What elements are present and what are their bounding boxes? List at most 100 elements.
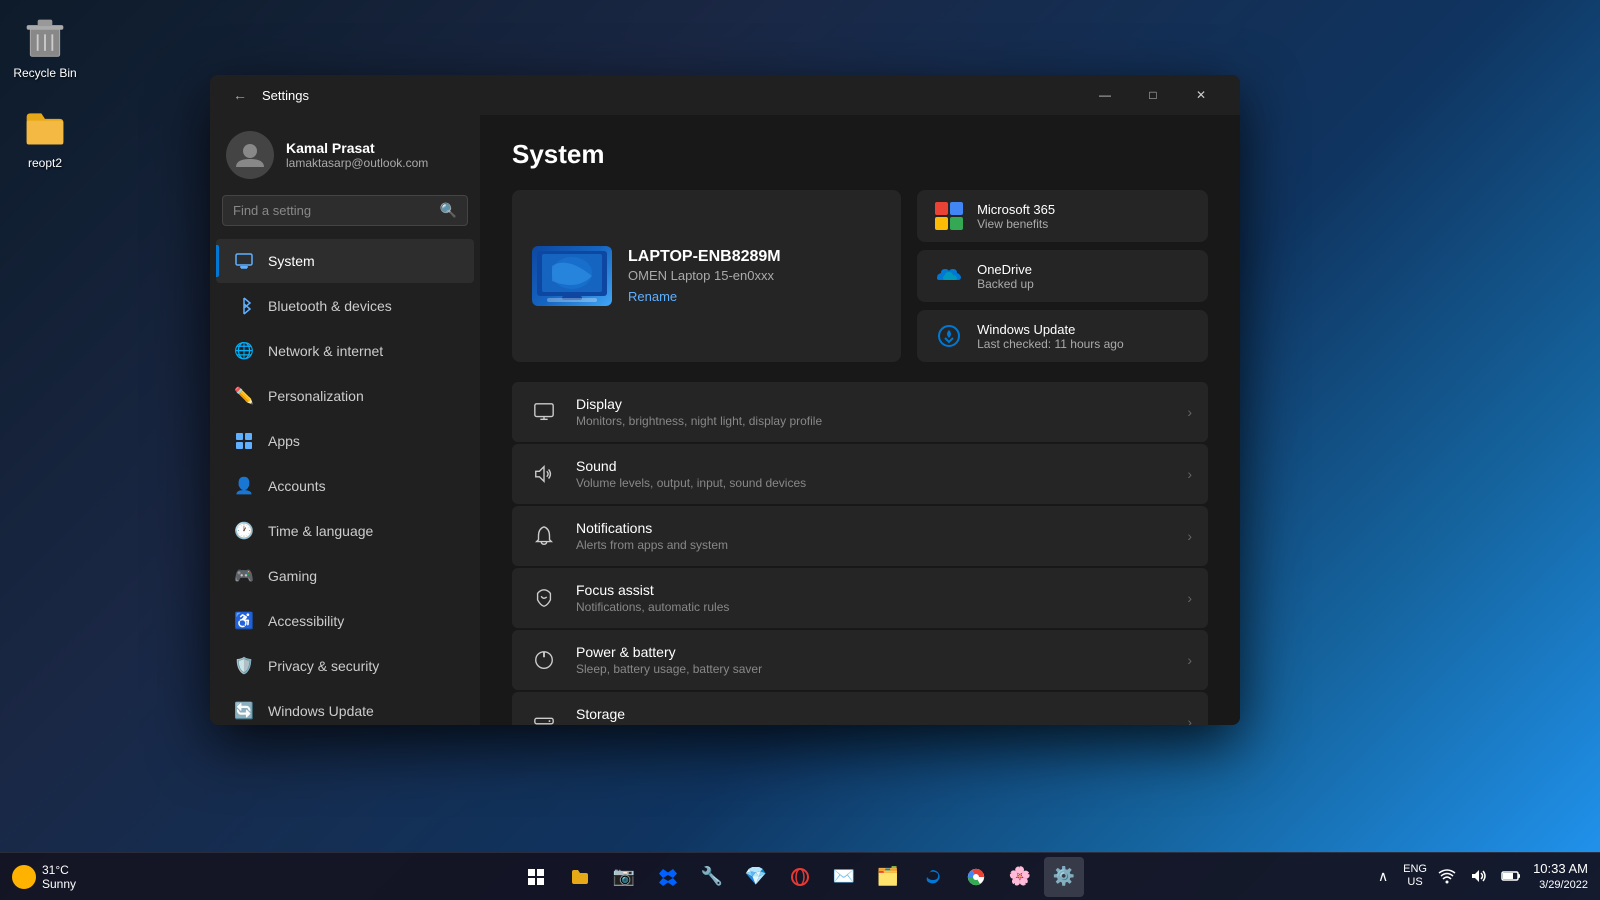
device-card: LAPTOP-ENB8289M OMEN Laptop 15-en0xxx Re…	[512, 190, 901, 362]
device-rename-link[interactable]: Rename	[628, 289, 781, 304]
service-card-wu[interactable]: Windows Update Last checked: 11 hours ag…	[917, 310, 1208, 362]
page-title: System	[512, 139, 1208, 170]
sidebar-label-apps: Apps	[268, 433, 300, 449]
settings-taskbar-button[interactable]: ⚙️	[1044, 857, 1084, 897]
opera-button[interactable]	[780, 857, 820, 897]
chrome-button[interactable]	[956, 857, 996, 897]
clock-date: 3/29/2022	[1533, 878, 1588, 893]
camera-button[interactable]: 📷	[604, 857, 644, 897]
sidebar-item-gaming[interactable]: 🎮 Gaming	[216, 554, 474, 598]
file-explorer-button[interactable]	[560, 857, 600, 897]
taskbar: 31°C Sunny 📷	[0, 852, 1600, 900]
close-button[interactable]: ✕	[1178, 79, 1224, 111]
device-details: LAPTOP-ENB8289M OMEN Laptop 15-en0xxx Re…	[628, 248, 781, 304]
onedrive-icon	[933, 260, 965, 292]
device-image	[532, 246, 612, 306]
sidebar-item-time[interactable]: 🕐 Time & language	[216, 509, 474, 553]
taskbar-center: 📷 🔧 💎 ✉️ 🗂️	[516, 857, 1084, 897]
wu-info: Windows Update Last checked: 11 hours ag…	[977, 322, 1124, 351]
minimize-button[interactable]: —	[1082, 79, 1128, 111]
sidebar-label-system: System	[268, 253, 315, 269]
search-box[interactable]: 🔍	[222, 195, 468, 226]
steam-button[interactable]: 🔧	[692, 857, 732, 897]
focus-chevron: ›	[1187, 590, 1192, 606]
system-tray: ∧ ENGUS	[1369, 862, 1525, 890]
onedrive-info: OneDrive Backed up	[977, 262, 1034, 291]
settings-item-storage[interactable]: Storage Storage space, drives, configura…	[512, 692, 1208, 725]
sidebar-item-privacy[interactable]: 🛡️ Privacy & security	[216, 644, 474, 688]
ms365-info: Microsoft 365 View benefits	[977, 202, 1055, 231]
recycle-bin-icon[interactable]: Recycle Bin	[5, 10, 85, 84]
right-panel: System	[480, 115, 1240, 725]
notifications-chevron: ›	[1187, 528, 1192, 544]
sidebar-label-network: Network & internet	[268, 343, 383, 359]
sidebar-item-network[interactable]: 🌐 Network & internet	[216, 329, 474, 373]
service-card-onedrive[interactable]: OneDrive Backed up	[917, 250, 1208, 302]
power-title: Power & battery	[576, 644, 1171, 660]
notifications-title: Notifications	[576, 520, 1171, 536]
sound-desc: Volume levels, output, input, sound devi…	[576, 476, 1171, 490]
sidebar-item-bluetooth[interactable]: Bluetooth & devices	[216, 284, 474, 328]
search-icon[interactable]: 🔍	[440, 202, 457, 219]
sidebar-item-system[interactable]: System	[216, 239, 474, 283]
language-icon[interactable]: ENGUS	[1401, 862, 1429, 890]
accounts-nav-icon: 👤	[232, 474, 256, 498]
gaming-nav-icon: 🎮	[232, 564, 256, 588]
storage-desc: Storage space, drives, configuration rul…	[576, 724, 1171, 725]
file-manager-button[interactable]: 🗂️	[868, 857, 908, 897]
sidebar-nav: System Bluetooth & devices 🌐 Network & i…	[210, 238, 480, 725]
power-desc: Sleep, battery usage, battery saver	[576, 662, 1171, 676]
settings-item-sound[interactable]: Sound Volume levels, output, input, soun…	[512, 444, 1208, 504]
app-button-2[interactable]: 🌸	[1000, 857, 1040, 897]
settings-item-notifications[interactable]: Notifications Alerts from apps and syste…	[512, 506, 1208, 566]
sound-icon	[528, 458, 560, 490]
sidebar-item-apps[interactable]: Apps	[216, 419, 474, 463]
user-profile[interactable]: Kamal Prasat lamaktasarp@outlook.com	[210, 115, 480, 191]
sidebar-label-update: Windows Update	[268, 703, 374, 719]
wu-icon	[933, 320, 965, 352]
search-input[interactable]	[233, 203, 440, 218]
settings-list: Display Monitors, brightness, night ligh…	[512, 382, 1208, 725]
edge-button[interactable]	[912, 857, 952, 897]
service-card-ms365[interactable]: Microsoft 365 View benefits	[917, 190, 1208, 242]
device-name: LAPTOP-ENB8289M	[628, 248, 781, 266]
sidebar: Kamal Prasat lamaktasarp@outlook.com 🔍	[210, 115, 480, 725]
folder-label: reopt2	[28, 156, 62, 170]
display-chevron: ›	[1187, 404, 1192, 420]
time-nav-icon: 🕐	[232, 519, 256, 543]
storage-title: Storage	[576, 706, 1171, 722]
update-nav-icon: 🔄	[232, 699, 256, 723]
folder-desktop-icon[interactable]: reopt2	[5, 100, 85, 174]
sidebar-item-update[interactable]: 🔄 Windows Update	[216, 689, 474, 725]
desktop: Recycle Bin reopt2 ← Settings — □ ✕	[0, 0, 1600, 900]
wifi-icon[interactable]	[1433, 862, 1461, 890]
sidebar-item-accessibility[interactable]: ♿ Accessibility	[216, 599, 474, 643]
battery-icon[interactable]	[1497, 862, 1525, 890]
window-title: Settings	[262, 88, 1082, 103]
recycle-bin-label: Recycle Bin	[13, 66, 76, 80]
settings-item-power[interactable]: Power & battery Sleep, battery usage, ba…	[512, 630, 1208, 690]
dropbox-button[interactable]	[648, 857, 688, 897]
sidebar-label-bluetooth: Bluetooth & devices	[268, 298, 392, 314]
wu-name: Windows Update	[977, 322, 1124, 337]
power-icon	[528, 644, 560, 676]
app-button-1[interactable]: 💎	[736, 857, 776, 897]
start-button[interactable]	[516, 857, 556, 897]
taskbar-left: 31°C Sunny	[12, 863, 84, 891]
settings-item-focus[interactable]: Focus assist Notifications, automatic ru…	[512, 568, 1208, 628]
weather-condition: Sunny	[42, 877, 76, 891]
search-container: 🔍	[210, 191, 480, 238]
volume-icon[interactable]	[1465, 862, 1493, 890]
settings-item-display[interactable]: Display Monitors, brightness, night ligh…	[512, 382, 1208, 442]
email-button[interactable]: ✉️	[824, 857, 864, 897]
tray-expand-icon[interactable]: ∧	[1369, 862, 1397, 890]
power-info: Power & battery Sleep, battery usage, ba…	[576, 644, 1171, 676]
wu-status: Last checked: 11 hours ago	[977, 337, 1124, 351]
sidebar-item-personalization[interactable]: ✏️ Personalization	[216, 374, 474, 418]
sidebar-item-accounts[interactable]: 👤 Accounts	[216, 464, 474, 508]
weather-widget[interactable]: 31°C Sunny	[12, 863, 76, 891]
clock[interactable]: 10:33 AM 3/29/2022	[1533, 860, 1588, 894]
notifications-desc: Alerts from apps and system	[576, 538, 1171, 552]
back-button[interactable]: ←	[226, 81, 254, 109]
maximize-button[interactable]: □	[1130, 79, 1176, 111]
